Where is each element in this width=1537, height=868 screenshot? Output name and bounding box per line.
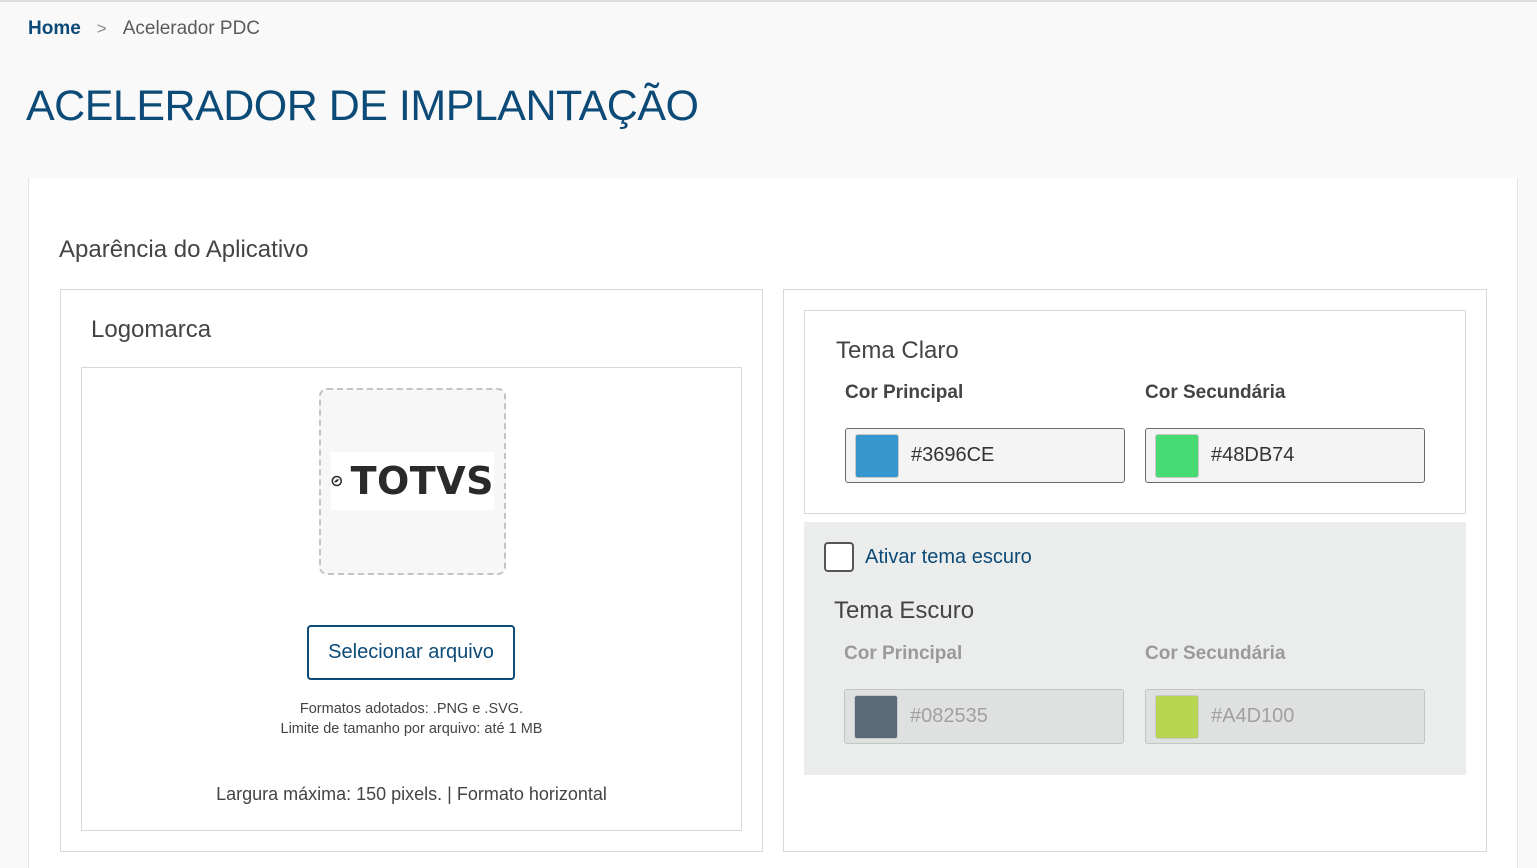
logo-upload-box: TOTVS Selecionar arquivo Formatos adotad… — [81, 367, 742, 831]
size-hint: Limite de tamanho por arquivo: até 1 MB — [280, 721, 543, 737]
light-primary-color-field[interactable]: #3696CE — [845, 428, 1125, 483]
dark-primary-label: Cor Principal — [844, 643, 963, 664]
light-primary-value: #3696CE — [911, 444, 995, 466]
logo-panel: Logomarca TOTVS Selecionar arquivo Forma… — [60, 289, 763, 852]
dark-theme-heading: Tema Escuro — [834, 597, 975, 624]
dark-primary-color-field: #082535 — [844, 689, 1124, 744]
formats-hint: Formatos adotados: .PNG e .SVG. — [299, 701, 524, 717]
breadcrumb-current: Acelerador PDC — [122, 18, 261, 39]
light-secondary-value: #48DB74 — [1211, 444, 1295, 466]
logo-heading: Logomarca — [91, 316, 212, 343]
light-primary-swatch[interactable] — [855, 433, 899, 478]
chevron-right-icon: > — [96, 19, 107, 38]
light-secondary-label: Cor Secundária — [1145, 382, 1286, 403]
select-file-button[interactable]: Selecionar arquivo — [307, 625, 515, 680]
light-secondary-color-field[interactable]: #48DB74 — [1145, 428, 1425, 483]
light-primary-label: Cor Principal — [845, 382, 964, 403]
dark-secondary-swatch — [1155, 694, 1199, 739]
dark-primary-swatch — [854, 694, 898, 739]
dark-theme-checkbox[interactable] — [824, 542, 854, 572]
breadcrumb-home-link[interactable]: Home — [28, 18, 81, 40]
main-card: Aparência do Aplicativo Logomarca TOTVS … — [28, 178, 1518, 868]
dark-secondary-color-field: #A4D100 — [1145, 689, 1425, 744]
page-title: ACELERADOR DE IMPLANTAÇÃO — [26, 82, 699, 130]
logo-wordmark: TOTVS — [350, 459, 494, 503]
breadcrumb: Home > Acelerador PDC — [28, 18, 260, 40]
section-title: Aparência do Aplicativo — [59, 236, 309, 263]
light-theme-heading: Tema Claro — [836, 337, 959, 364]
logo-image: TOTVS — [331, 452, 494, 510]
totvs-logo-icon — [331, 475, 343, 487]
dark-secondary-value: #A4D100 — [1211, 705, 1295, 727]
dark-theme-box: Ativar tema escuro Tema Escuro Cor Princ… — [804, 522, 1466, 775]
dark-theme-toggle[interactable]: Ativar tema escuro — [824, 542, 1032, 572]
light-theme-box: Tema Claro Cor Principal Cor Secundária … — [804, 310, 1466, 514]
width-note: Largura máxima: 150 pixels. | Formato ho… — [216, 784, 607, 804]
dark-primary-value: #082535 — [910, 705, 988, 727]
logo-preview: TOTVS — [319, 388, 506, 575]
dark-secondary-label: Cor Secundária — [1145, 643, 1286, 664]
light-secondary-swatch[interactable] — [1155, 433, 1199, 478]
dark-theme-toggle-label[interactable]: Ativar tema escuro — [865, 546, 1032, 569]
theme-panel: Tema Claro Cor Principal Cor Secundária … — [783, 289, 1487, 852]
